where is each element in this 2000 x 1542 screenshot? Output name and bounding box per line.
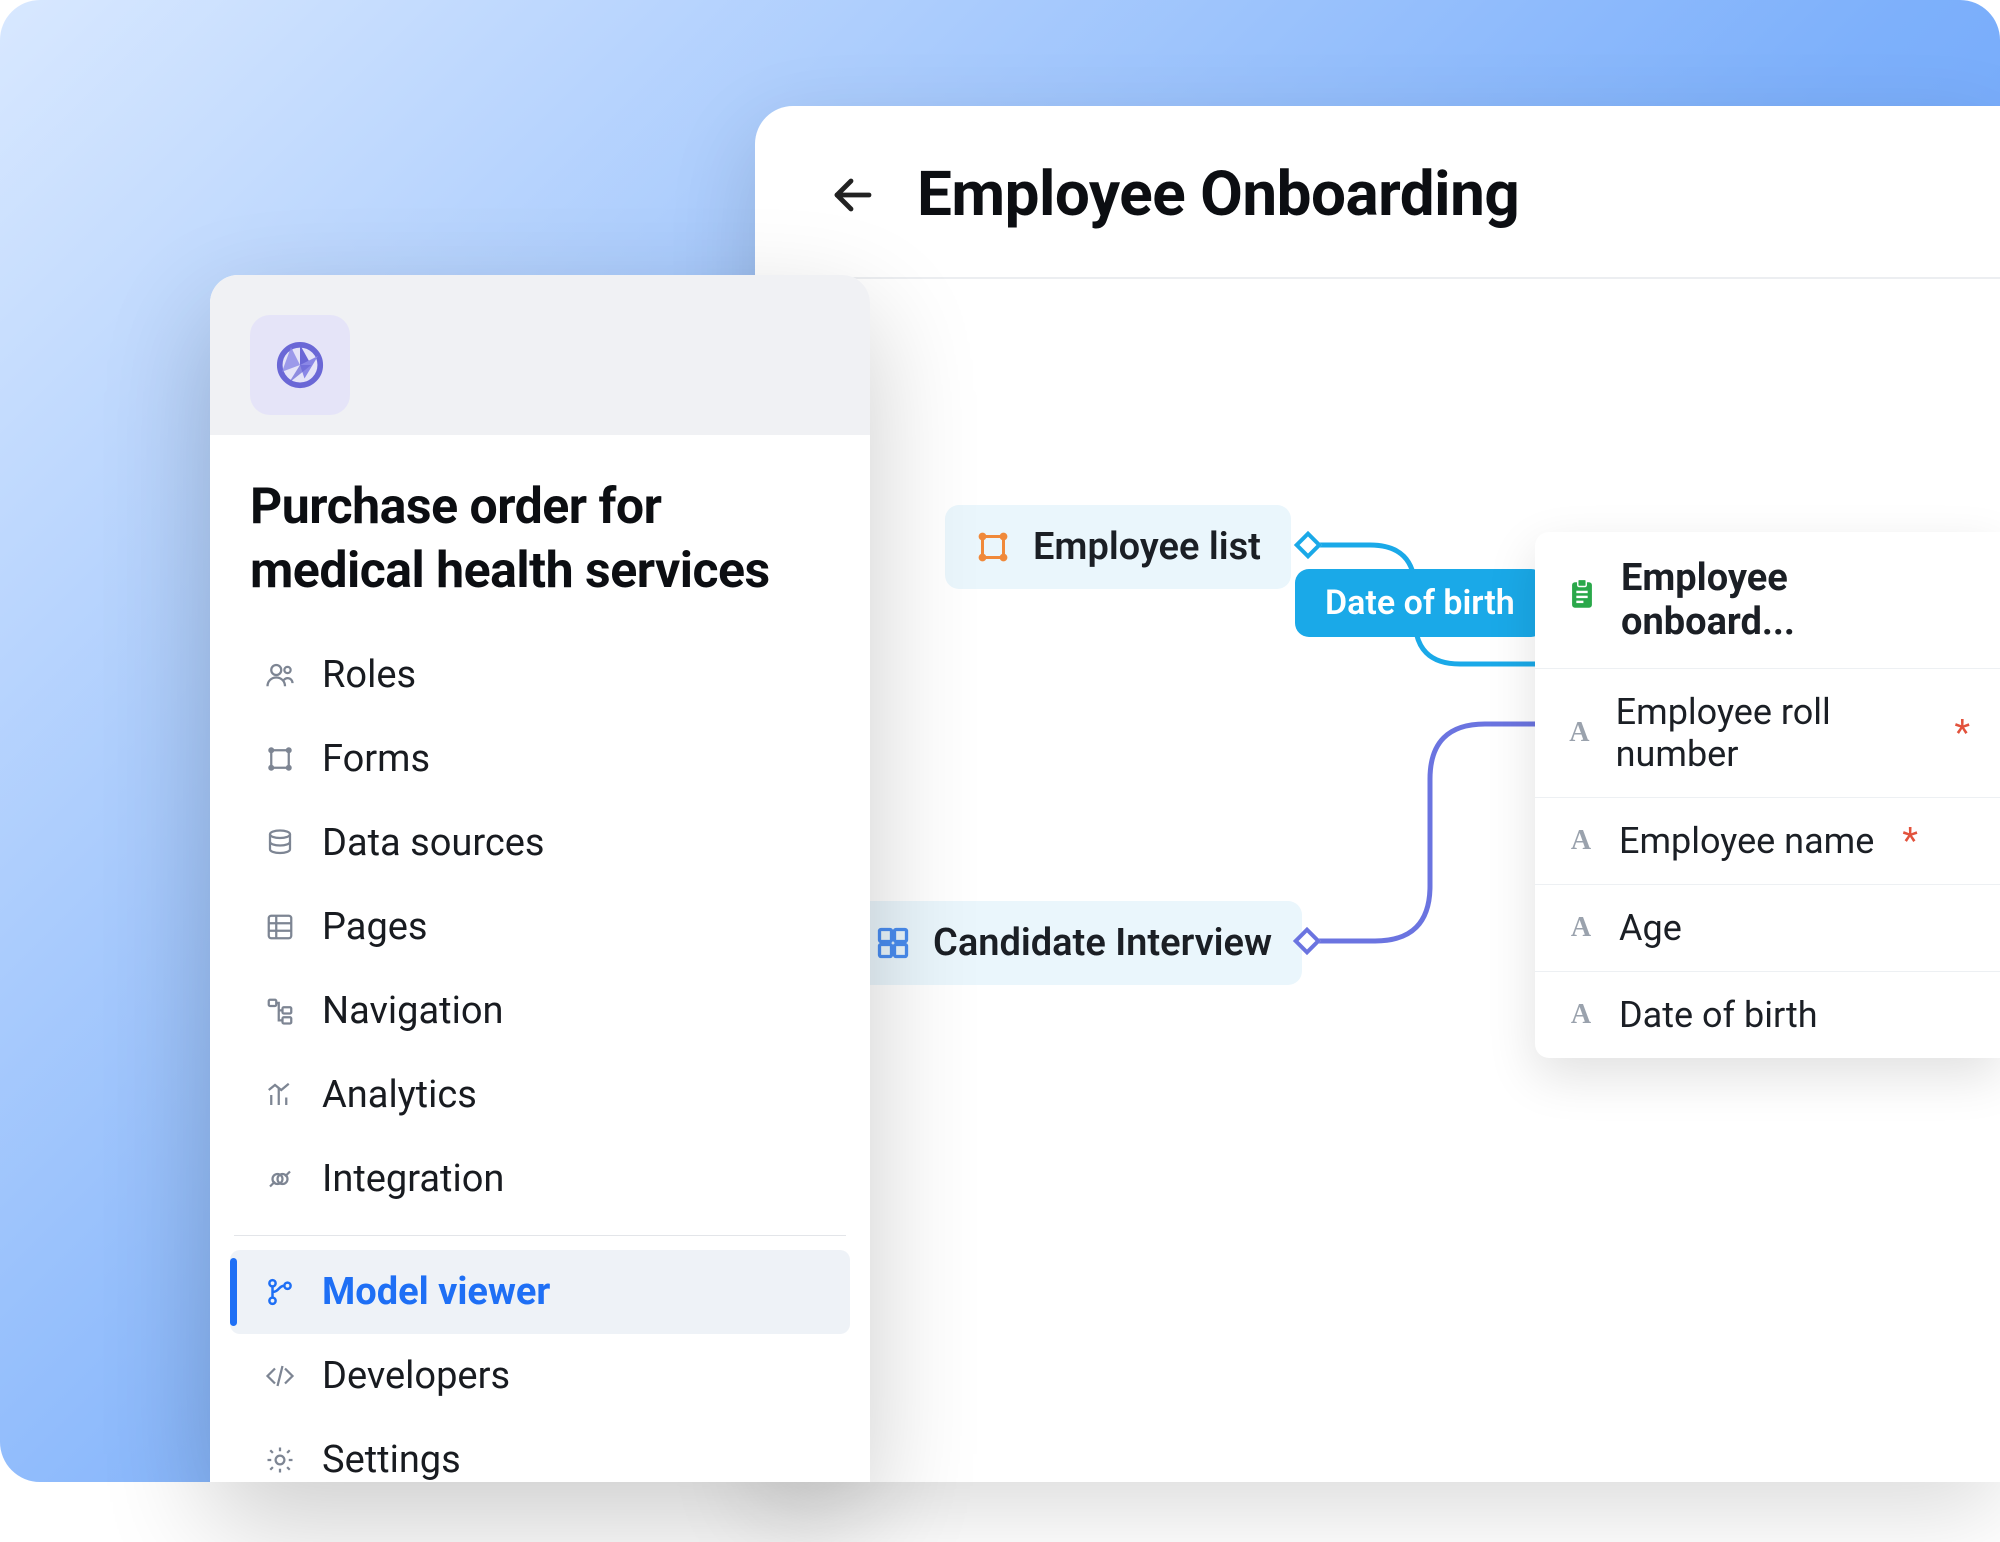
detail-field-row[interactable]: A Date of birth <box>1535 971 2000 1058</box>
sidebar-item-settings[interactable]: Settings <box>230 1418 850 1502</box>
sidebar-item-developers[interactable]: Developers <box>230 1334 850 1418</box>
required-indicator: * <box>1954 712 1970 754</box>
clipboard-icon <box>1565 578 1599 622</box>
detail-field-label: Age <box>1619 907 1682 949</box>
page-header: Employee Onboarding <box>755 106 2000 279</box>
app-icon[interactable] <box>250 315 350 415</box>
detail-field-label: Employee name <box>1619 820 1874 862</box>
grid-icon <box>262 909 298 945</box>
sidebar-item-roles[interactable]: Roles <box>230 633 850 717</box>
node-employee-list[interactable]: Employee list <box>945 505 1291 589</box>
text-type-icon: A <box>1565 999 1597 1031</box>
connection-badge[interactable]: Date of birth <box>1295 569 1545 637</box>
sidebar-item-analytics[interactable]: Analytics <box>230 1053 850 1137</box>
text-type-icon: A <box>1565 912 1597 944</box>
sidebar-title: Purchase order for medical health servic… <box>230 457 850 633</box>
back-button[interactable] <box>825 167 881 223</box>
sidebar-nav-primary: Roles Forms Data sources Pages Navigation Ana… <box>230 633 850 1221</box>
sidebar-item-forms[interactable]: Forms <box>230 717 850 801</box>
chart-icon <box>262 1077 298 1113</box>
aperture-icon <box>273 338 327 392</box>
layout-icon <box>875 925 911 961</box>
branch-icon <box>262 1274 298 1310</box>
detail-card-header[interactable]: Employee onboard... <box>1535 532 2000 668</box>
sidebar-item-label: Forms <box>322 737 430 781</box>
model-canvas[interactable]: Employee list Date of birth Candidate In… <box>755 279 2000 1479</box>
node-label: Employee list <box>1033 525 1261 569</box>
node-label: Candidate Interview <box>933 921 1272 965</box>
page-title: Employee Onboarding <box>917 158 1519 231</box>
sidebar-item-label: Developers <box>322 1354 510 1398</box>
form-icon <box>975 529 1011 565</box>
sidebar-item-label: Settings <box>322 1438 461 1482</box>
sidebar-item-label: Data sources <box>322 821 545 865</box>
nav-divider <box>234 1235 846 1236</box>
sidebar-nav-secondary: Model viewer Developers Settings <box>230 1250 850 1502</box>
form-icon <box>262 741 298 777</box>
plug-icon <box>262 1161 298 1197</box>
text-type-icon: A <box>1565 825 1597 857</box>
sidebar-item-label: Navigation <box>322 989 503 1033</box>
sidebar-item-data-sources[interactable]: Data sources <box>230 801 850 885</box>
user-icon <box>262 657 298 693</box>
sidebar-item-label: Roles <box>322 653 416 697</box>
detail-field-row[interactable]: A Employee roll number * <box>1535 668 2000 797</box>
detail-field-label: Employee roll number <box>1616 691 1927 775</box>
text-type-icon: A <box>1565 717 1594 749</box>
db-icon <box>262 825 298 861</box>
code-icon <box>262 1358 298 1394</box>
sidebar-item-integration[interactable]: Integration <box>230 1137 850 1221</box>
sidebar-item-label: Pages <box>322 905 428 949</box>
required-indicator: * <box>1902 820 1918 862</box>
detail-field-label: Date of birth <box>1619 994 1818 1036</box>
gear-icon <box>262 1442 298 1478</box>
detail-card: Employee onboard... A Employee roll numbe… <box>1535 532 2000 1058</box>
sidebar-item-label: Analytics <box>322 1073 477 1117</box>
detail-field-row[interactable]: A Age <box>1535 884 2000 971</box>
sidebar-panel: Purchase order for medical health servic… <box>210 275 870 1482</box>
sidebar-item-navigation[interactable]: Navigation <box>230 969 850 1053</box>
sidebar-header <box>210 275 870 435</box>
node-candidate-interview[interactable]: Candidate Interview <box>845 901 1302 985</box>
tree-icon <box>262 993 298 1029</box>
arrow-left-icon <box>829 171 877 219</box>
main-panel: Employee Onboarding Employee list Date o… <box>755 106 2000 1482</box>
node-port[interactable] <box>1294 531 1322 559</box>
detail-title: Employee onboard... <box>1621 556 1970 644</box>
sidebar-item-label: Model viewer <box>322 1270 550 1314</box>
sidebar-item-pages[interactable]: Pages <box>230 885 850 969</box>
detail-field-row[interactable]: A Employee name * <box>1535 797 2000 884</box>
sidebar-item-model-viewer[interactable]: Model viewer <box>230 1250 850 1334</box>
sidebar-item-label: Integration <box>322 1157 504 1201</box>
